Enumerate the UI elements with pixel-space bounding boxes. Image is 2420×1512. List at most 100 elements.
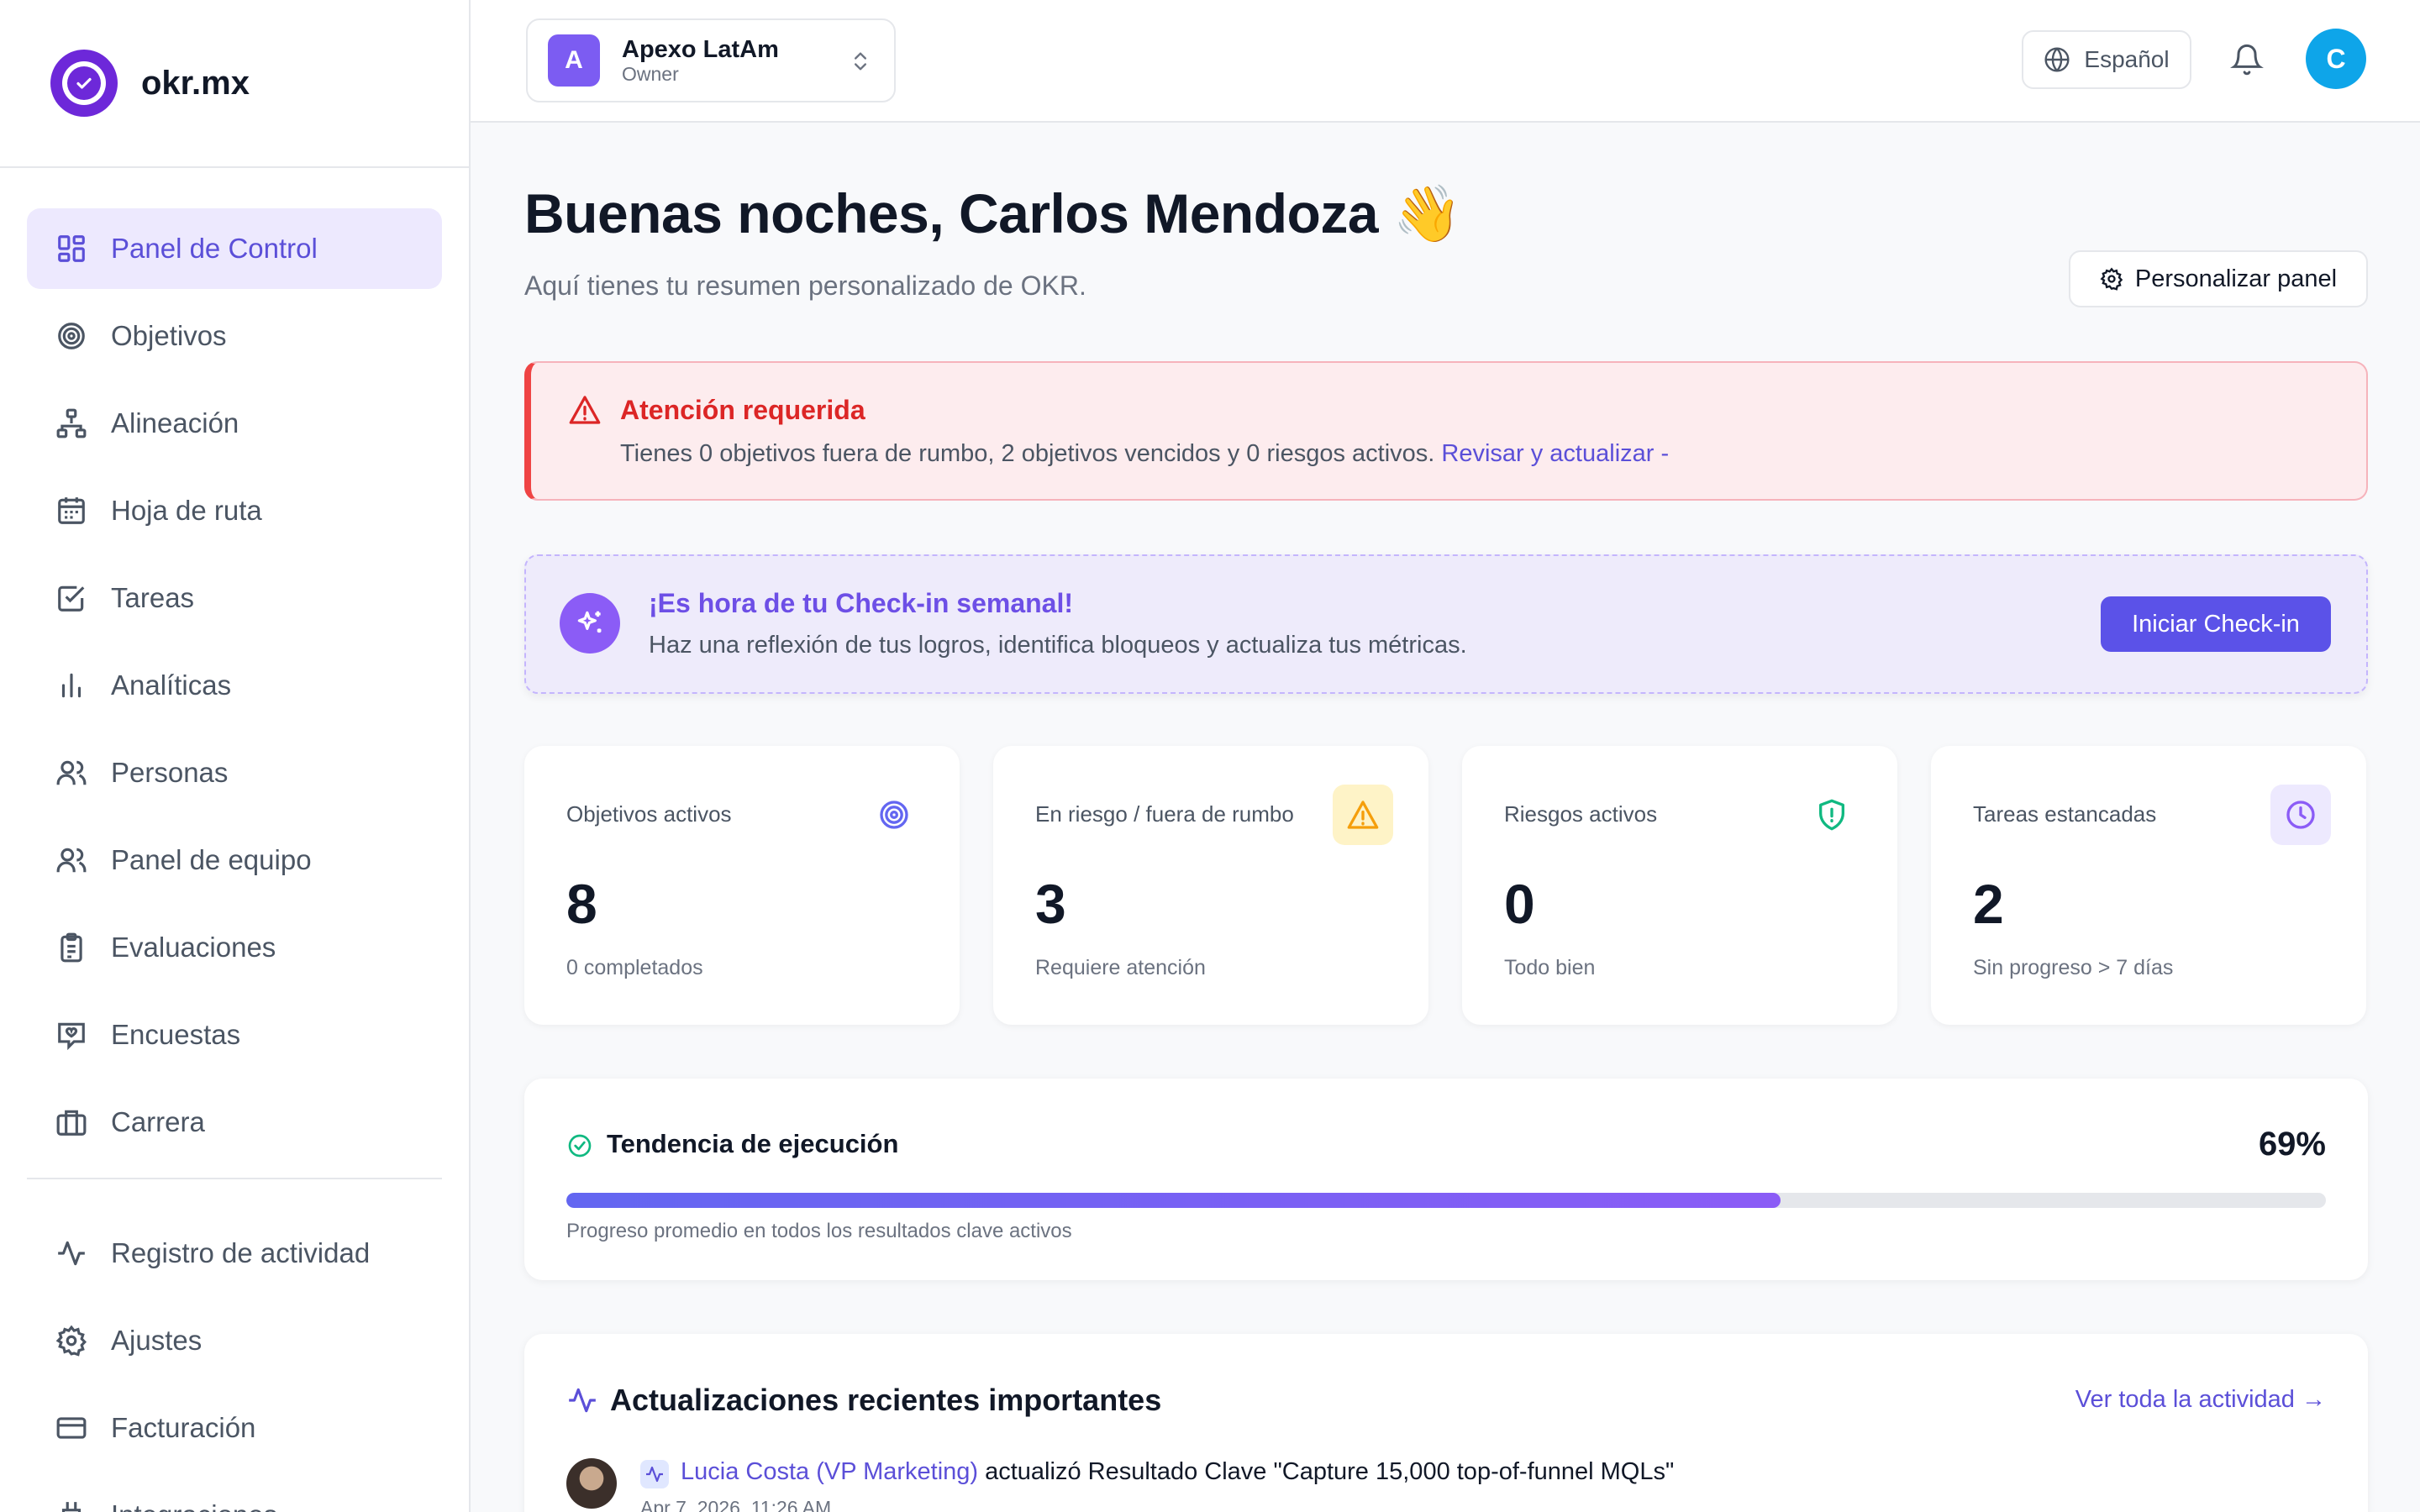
bell-icon[interactable] <box>2230 42 2264 77</box>
sidebar-item-evaluaciones[interactable]: Evaluaciones <box>27 907 442 988</box>
page-subtitle: Aquí tienes tu resumen personalizado de … <box>524 270 1086 301</box>
stat-card-stalled-tasks[interactable]: Tareas estancadas 2 Sin progreso > 7 día… <box>1931 746 2366 1025</box>
trend-caption: Progreso promedio en todos los resultado… <box>566 1220 1072 1242</box>
update-timestamp: Apr 7, 2026, 11:26 AM <box>640 1497 832 1512</box>
sidebar-item-panel-de-equipo[interactable]: Panel de equipo <box>27 820 442 900</box>
stat-card-at-risk[interactable]: En riesgo / fuera de rumbo 3 Requiere at… <box>993 746 1428 1025</box>
sidebar-item-personas[interactable]: Personas <box>27 732 442 813</box>
update-action: actualizó Resultado Clave "Capture 15,00… <box>978 1458 1675 1485</box>
stat-label: Objetivos activos <box>566 801 732 827</box>
stat-value: 3 <box>1035 873 1066 935</box>
stat-card-active-risks[interactable]: Riesgos activos 0 Todo bien <box>1462 746 1897 1025</box>
customize-panel-label: Personalizar panel <box>2134 265 2338 292</box>
sidebar-item-integraciones[interactable]: Integraciones <box>27 1475 442 1512</box>
sidebar-item-label: Carrera <box>111 1106 205 1137</box>
sidebar-item-label: Tareas <box>111 582 195 613</box>
attention-alert: Atención requerida Tienes 0 objetivos fu… <box>524 361 2368 501</box>
user-avatar[interactable]: C <box>2306 29 2366 89</box>
checkbox-icon <box>58 585 85 612</box>
checkin-text: Haz una reflexión de tus logros, identif… <box>649 632 1467 659</box>
stat-label: Riesgos activos <box>1504 801 1658 827</box>
alert-message: Tienes 0 objetivos fuera de rumbo, 2 obj… <box>620 440 1435 467</box>
update-author-link[interactable]: Lucia Costa (VP Marketing) <box>681 1458 978 1485</box>
credit-card-icon <box>56 1417 87 1439</box>
plug-icon <box>61 1502 82 1512</box>
hierarchy-icon <box>56 408 87 438</box>
updates-title: Actualizaciones recientes importantes <box>610 1383 1162 1417</box>
sidebar-item-ajustes[interactable]: Ajustes <box>27 1300 442 1381</box>
sidebar-item-tareas[interactable]: Tareas <box>27 558 442 638</box>
warning-icon <box>569 396 601 424</box>
survey-icon <box>58 1022 85 1051</box>
sidebar-item-carrera[interactable]: Carrera <box>27 1082 442 1163</box>
dashboard-icon <box>58 235 85 262</box>
stat-label: En riesgo / fuera de rumbo <box>1035 801 1294 827</box>
sidebar-item-label: Encuestas <box>111 1019 241 1050</box>
globe-icon <box>2044 47 2070 72</box>
progress-bar-fill <box>566 1193 1781 1208</box>
sidebar-item-label: Panel de equipo <box>111 844 312 875</box>
stat-value: 0 <box>1504 873 1535 935</box>
brand[interactable]: okr.mx <box>0 0 469 168</box>
users-icon <box>56 760 87 785</box>
chevron-up-down-icon <box>855 52 866 71</box>
nav-divider <box>27 1178 442 1179</box>
sidebar-item-label: Panel de Control <box>111 233 318 264</box>
language-selector[interactable]: Español <box>2022 30 2191 89</box>
org-avatar: A <box>548 34 600 87</box>
sidebar-item-label: Alineación <box>111 407 239 438</box>
stat-subtext: Requiere atención <box>1035 956 1206 979</box>
gear-icon <box>55 1325 87 1357</box>
view-all-activity-link[interactable]: Ver toda la actividad → <box>2075 1386 2326 1414</box>
target-icon <box>58 323 85 349</box>
sidebar-item-facturacion[interactable]: Facturación <box>27 1388 442 1468</box>
sidebar-item-label: Evaluaciones <box>111 932 276 963</box>
customize-panel-button[interactable]: Personalizar panel <box>2069 250 2368 307</box>
sidebar-item-hoja-de-ruta[interactable]: Hoja de ruta <box>27 470 442 551</box>
sparkles-icon <box>560 593 620 654</box>
clipboard-icon <box>60 932 82 963</box>
stat-subtext: Sin progreso > 7 días <box>1973 956 2174 979</box>
warning-icon <box>1333 785 1393 845</box>
calendar-icon <box>58 497 85 524</box>
sidebar-item-alineacion[interactable]: Alineación <box>27 383 442 464</box>
check-circle-icon <box>568 1134 592 1158</box>
topbar: A Apexo LatAm Owner Español C <box>471 0 2420 123</box>
org-switcher[interactable]: A Apexo LatAm Owner <box>526 18 896 102</box>
sidebar-nav: Panel de Control Objetivos Alineación Ho… <box>0 168 469 1512</box>
stat-subtext: Todo bien <box>1504 956 1596 979</box>
target-icon <box>864 785 924 845</box>
brand-name: okr.mx <box>141 64 250 102</box>
update-text: Lucia Costa (VP Marketing) actualizó Res… <box>681 1458 1674 1486</box>
sidebar-item-label: Registro de actividad <box>111 1237 371 1268</box>
activity-icon <box>640 1460 669 1488</box>
sidebar-item-label: Ajustes <box>111 1325 203 1356</box>
sidebar-item-label: Analíticas <box>111 669 232 701</box>
stat-value: 2 <box>1973 873 2004 935</box>
org-role: Owner <box>622 63 679 85</box>
users-icon <box>56 848 87 873</box>
sidebar-item-registro-de-actividad[interactable]: Registro de actividad <box>27 1213 442 1294</box>
review-update-link[interactable]: Revisar y actualizar - <box>1441 440 1669 467</box>
stat-card-active-objectives[interactable]: Objetivos activos 8 0 completados <box>524 746 960 1025</box>
trend-title: Tendencia de ejecución <box>607 1129 899 1158</box>
sidebar-item-panel-de-control[interactable]: Panel de Control <box>27 208 442 289</box>
avatar <box>566 1458 617 1509</box>
language-label: Español <box>2084 46 2170 72</box>
activity-icon <box>58 1241 85 1266</box>
weekly-checkin-banner: ¡Es hora de tu Check-in semanal! Haz una… <box>524 554 2368 694</box>
sidebar-item-encuestas[interactable]: Encuestas <box>27 995 442 1075</box>
progress-bar <box>566 1193 2326 1208</box>
clock-icon <box>2270 785 2331 845</box>
page-title: Buenas noches, Carlos Mendoza 👋 <box>524 182 1462 244</box>
recent-updates-card: Actualizaciones recientes importantes Ve… <box>524 1334 2368 1512</box>
start-checkin-button[interactable]: Iniciar Check-in <box>2101 596 2331 652</box>
stats-row: Objetivos activos 8 0 completados En rie… <box>524 746 2368 1025</box>
sidebar-item-objetivos[interactable]: Objetivos <box>27 296 442 376</box>
briefcase-icon <box>56 1110 87 1136</box>
stat-subtext: 0 completados <box>566 956 703 979</box>
sidebar-item-analiticas[interactable]: Analíticas <box>27 645 442 726</box>
execution-trend-card: Tendencia de ejecución 69% Progreso prom… <box>524 1079 2368 1280</box>
list-item[interactable]: Lucia Costa (VP Marketing) actualizó Res… <box>566 1458 2326 1512</box>
logo-icon <box>50 50 118 117</box>
